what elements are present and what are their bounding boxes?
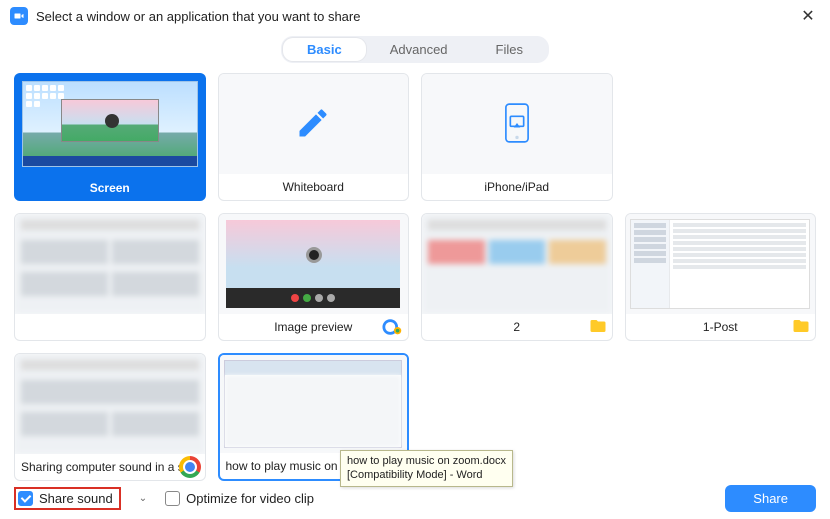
- tile-image-preview[interactable]: Image preview: [218, 213, 410, 341]
- tile-whiteboard[interactable]: Whiteboard: [218, 73, 410, 201]
- blurred-thumbnail: [15, 354, 205, 454]
- share-grid: Screen Whiteboard iPhone/iPad I: [0, 73, 830, 481]
- tile-app-2[interactable]: 2: [421, 213, 613, 341]
- tile-label: 2: [422, 314, 612, 340]
- tile-label: Image preview: [219, 314, 409, 340]
- explorer-thumbnail: [630, 219, 810, 309]
- tile-screen[interactable]: Screen: [14, 73, 206, 201]
- tile-iphone-ipad[interactable]: iPhone/iPad: [421, 73, 613, 201]
- share-sound-highlight: Share sound: [14, 487, 121, 510]
- desktop-thumbnail: [22, 81, 198, 167]
- tab-basic[interactable]: Basic: [283, 38, 366, 61]
- word-thumbnail: [224, 360, 402, 448]
- close-icon[interactable]: ✕: [796, 6, 820, 26]
- zoom-app-icon: [10, 7, 28, 25]
- obs-thumbnail: [226, 220, 400, 308]
- tile-label: Whiteboard: [219, 174, 409, 200]
- tile-label: iPhone/iPad: [422, 174, 612, 200]
- blurred-thumbnail: [15, 214, 205, 314]
- tile-label: [15, 314, 205, 340]
- optimize-video-label: Optimize for video clip: [186, 491, 314, 506]
- optimize-video-checkbox[interactable]: [165, 491, 180, 506]
- tile-1-post[interactable]: 1-Post: [625, 213, 817, 341]
- blurred-thumbnail: [422, 214, 612, 314]
- tab-advanced[interactable]: Advanced: [366, 38, 472, 61]
- tab-bar: Basic Advanced Files: [0, 36, 830, 63]
- tile-label: 1-Post: [626, 314, 816, 340]
- tile-chrome-app[interactable]: Sharing computer sound in a scr...: [14, 353, 206, 481]
- tile-app-1[interactable]: [14, 213, 206, 341]
- share-sound-dropdown-icon[interactable]: ⌄: [135, 493, 151, 504]
- tencent-meeting-icon: [382, 316, 404, 338]
- chrome-icon: [179, 456, 201, 478]
- dialog-title: Select a window or an application that y…: [36, 9, 796, 24]
- folder-icon: [791, 317, 811, 338]
- tile-label: Screen: [14, 175, 206, 201]
- pencil-icon: [295, 105, 331, 144]
- share-sound-label: Share sound: [39, 491, 113, 506]
- folder-icon: [588, 317, 608, 338]
- hover-tooltip: how to play music on zoom.docx [Compatib…: [340, 450, 513, 487]
- share-button[interactable]: Share: [725, 485, 816, 512]
- airplay-device-icon: [503, 103, 531, 146]
- tab-files[interactable]: Files: [472, 38, 547, 61]
- share-sound-checkbox[interactable]: [18, 491, 33, 506]
